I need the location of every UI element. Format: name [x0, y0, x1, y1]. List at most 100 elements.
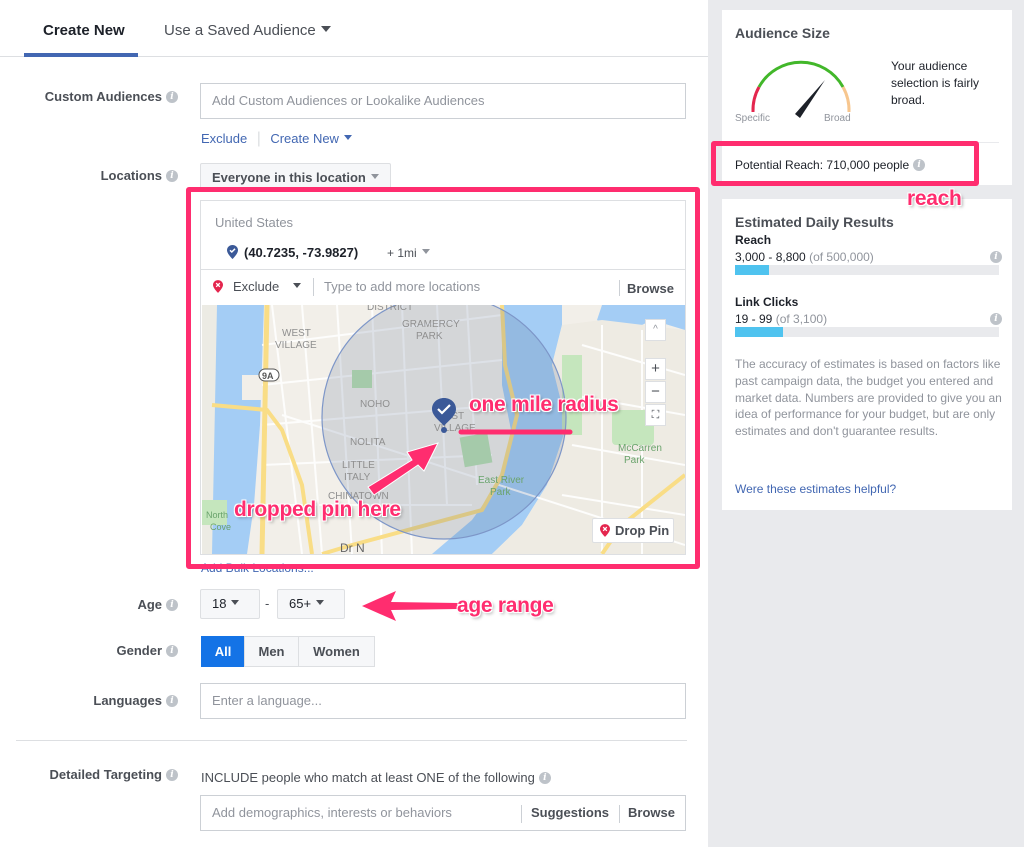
- annotation-age-range: age range: [457, 594, 554, 617]
- label-text: Gender: [116, 643, 162, 658]
- caret-down-icon: [316, 600, 325, 606]
- info-icon[interactable]: i: [166, 644, 178, 657]
- exclude-pin-icon: [213, 280, 223, 293]
- annotation-reach: reach: [907, 187, 962, 210]
- gauge-max-label: Broad: [824, 113, 851, 124]
- active-tab-indicator: [24, 53, 138, 57]
- gender-women-button[interactable]: Women: [298, 636, 375, 667]
- audience-size-card: Audience Size Specific Broad Your audien…: [722, 10, 1012, 185]
- gender-all-button[interactable]: All: [201, 636, 245, 667]
- svg-text:PARK: PARK: [416, 331, 443, 342]
- radius-value: + 1mi: [387, 246, 417, 260]
- recenter-icon[interactable]: ⛶: [645, 404, 666, 426]
- info-icon[interactable]: i: [166, 598, 178, 611]
- svg-text:McCarren: McCarren: [618, 443, 662, 454]
- input-placeholder: Add demographics, interests or behaviors: [212, 805, 452, 820]
- button-label: Drop Pin: [615, 523, 670, 538]
- create-new-link[interactable]: Create New: [270, 131, 352, 146]
- label-text: Detailed Targeting: [49, 767, 162, 782]
- add-bulk-locations-link[interactable]: Add Bulk Locations...: [201, 561, 314, 575]
- svg-text:LITTLE: LITTLE: [342, 460, 375, 471]
- custom-audience-links: Exclude | Create New: [201, 130, 352, 148]
- reach-progress-bar: [735, 265, 999, 275]
- divider: [735, 142, 999, 143]
- annotation-one-mile-radius: one mile radius: [469, 393, 619, 416]
- link-clicks-progress-fill: [735, 327, 783, 337]
- languages-label: Languages i: [93, 693, 178, 708]
- estimates-disclaimer: The accuracy of estimates is based on fa…: [735, 357, 1002, 439]
- include-instruction: INCLUDE people who match at least ONE of…: [201, 770, 551, 785]
- svg-text:Cove: Cove: [210, 522, 231, 532]
- caret-down-icon: [370, 174, 379, 180]
- svg-text:Park: Park: [490, 487, 512, 498]
- info-icon[interactable]: i: [166, 768, 178, 781]
- svg-text:9A: 9A: [262, 371, 274, 381]
- caret-down-icon: [421, 249, 430, 255]
- age-label: Age i: [137, 597, 178, 612]
- info-icon[interactable]: i: [990, 251, 1002, 263]
- include-exclude-select[interactable]: Exclude: [233, 279, 302, 294]
- gender-label: Gender i: [116, 643, 178, 658]
- label-text: Custom Audiences: [44, 89, 162, 104]
- audience-gauge: [751, 60, 851, 118]
- audience-description: Your audience selection is fairly broad.: [891, 59, 980, 107]
- info-icon[interactable]: i: [538, 771, 551, 784]
- suggestions-button[interactable]: Suggestions: [531, 796, 609, 830]
- gauge-needle: [795, 80, 825, 118]
- svg-text:GRAMERCY: GRAMERCY: [402, 319, 460, 330]
- location-mode-select[interactable]: Everyone in this location: [200, 163, 391, 192]
- divider: [619, 805, 620, 823]
- detailed-targeting-input[interactable]: Add demographics, interests or behaviors…: [200, 795, 686, 831]
- radius-select[interactable]: + 1mi: [387, 246, 430, 260]
- country-label: United States: [215, 215, 294, 230]
- info-icon[interactable]: i: [913, 158, 926, 171]
- info-icon[interactable]: i: [166, 90, 178, 103]
- metric-link-clicks-value: 19 - 99 (of 3,100): [735, 312, 827, 326]
- caret-down-icon: [343, 135, 352, 141]
- pin-coordinates: (40.7235, -73.9827): [244, 245, 359, 260]
- link-divider: |: [256, 130, 261, 147]
- caret-down-icon: [231, 600, 240, 606]
- drop-pin-button[interactable]: Drop Pin: [592, 518, 674, 543]
- location-pin-icon: [227, 245, 238, 259]
- section-divider: [16, 740, 687, 741]
- metric-link-clicks-label: Link Clicks: [735, 295, 799, 309]
- map-scroll-up-button[interactable]: ^: [645, 319, 666, 341]
- label-text: Languages: [93, 693, 162, 708]
- custom-audiences-input[interactable]: Add Custom Audiences or Lookalike Audien…: [200, 83, 686, 119]
- tab-create-new[interactable]: Create New: [43, 22, 125, 39]
- info-icon[interactable]: i: [166, 694, 178, 707]
- browse-targeting-button[interactable]: Browse: [628, 796, 675, 830]
- metric-reach-value: 3,000 - 8,800 (of 500,000): [735, 250, 874, 264]
- divider: [619, 280, 620, 296]
- svg-text:WEST: WEST: [282, 328, 311, 339]
- estimates-feedback-link[interactable]: Were these estimates helpful?: [735, 482, 896, 496]
- select-value: 18: [212, 596, 227, 611]
- locations-label: Locations i: [101, 168, 178, 183]
- svg-text:NOHO: NOHO: [360, 399, 390, 410]
- gender-men-button[interactable]: Men: [244, 636, 299, 667]
- gauge-min-label: Specific: [735, 113, 771, 124]
- age-max-select[interactable]: 65+: [277, 589, 345, 619]
- exclude-link[interactable]: Exclude: [201, 131, 247, 146]
- range: 3,000 - 8,800: [735, 250, 806, 264]
- instruction-text: INCLUDE people who match at least ONE of…: [201, 770, 535, 785]
- zoom-in-button[interactable]: +: [645, 358, 666, 380]
- browse-locations-button[interactable]: Browse: [627, 281, 674, 296]
- custom-audiences-label: Custom Audiences i: [45, 89, 178, 104]
- svg-text:East River: East River: [478, 475, 525, 486]
- age-min-select[interactable]: 18: [200, 589, 260, 619]
- caret-down-icon: [320, 26, 331, 33]
- label-text: Locations: [100, 168, 162, 183]
- info-icon[interactable]: i: [990, 313, 1002, 325]
- of-total: (of 500,000): [809, 250, 874, 264]
- tab-use-saved-audience[interactable]: Use a Saved Audience: [164, 22, 331, 39]
- location-search-input[interactable]: Type to add more locations: [324, 279, 480, 294]
- info-icon[interactable]: i: [166, 169, 178, 182]
- zoom-out-button[interactable]: −: [645, 381, 666, 403]
- languages-input[interactable]: Enter a language...: [200, 683, 686, 719]
- estimated-results-card: Estimated Daily Results Reach 3,000 - 8,…: [722, 199, 1012, 510]
- svg-text:NOLITA: NOLITA: [350, 437, 386, 448]
- tab-label: Use a Saved Audience: [164, 22, 316, 39]
- divider: [521, 805, 522, 823]
